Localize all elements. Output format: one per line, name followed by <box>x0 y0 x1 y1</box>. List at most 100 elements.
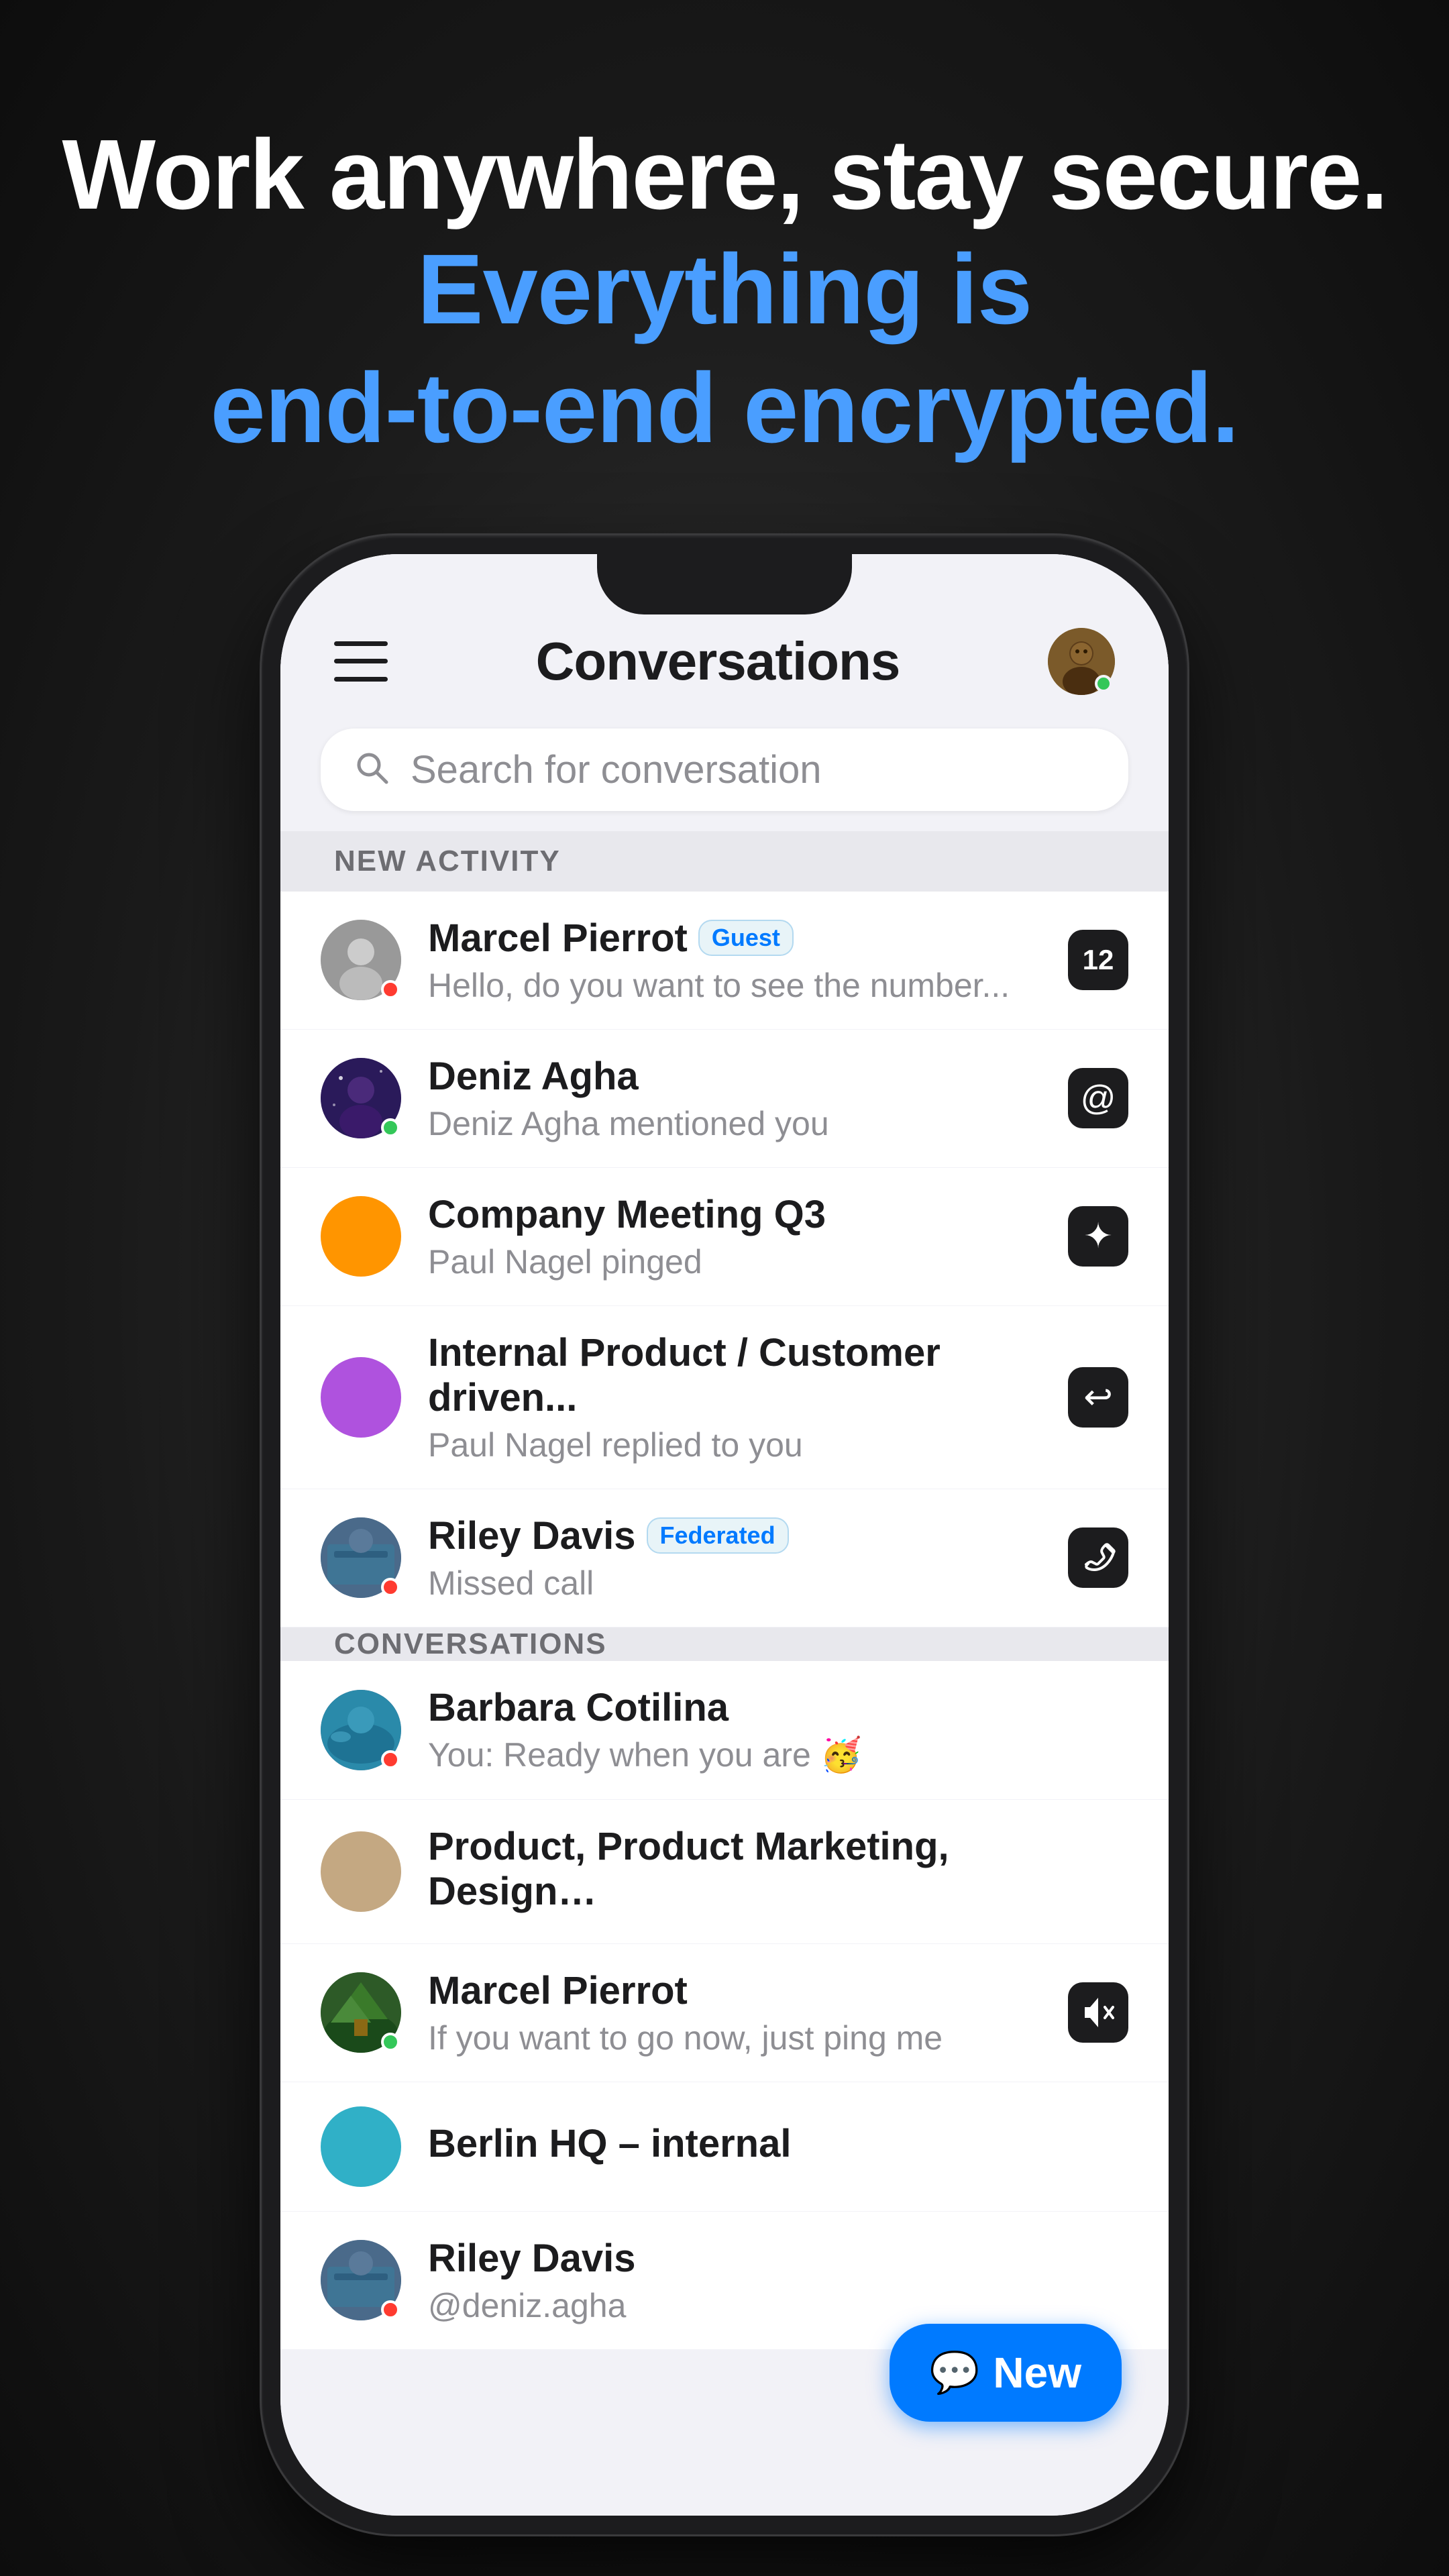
status-indicator <box>381 1578 400 1597</box>
user-avatar-container[interactable] <box>1048 628 1115 695</box>
phone-screen: Conversations <box>280 554 1169 2516</box>
name-row: Riley Davis Federated <box>428 1513 1055 1558</box>
list-item[interactable]: Riley Davis Federated Missed call <box>280 1489 1169 1627</box>
conv-content: Deniz Agha Deniz Agha mentioned you <box>428 1054 1055 1143</box>
contact-name: Barbara Cotilina <box>428 1685 729 1730</box>
name-row: Deniz Agha <box>428 1054 1055 1099</box>
name-row: Product, Product Marketing, Design… <box>428 1824 1128 1914</box>
conv-content: Riley Davis Federated Missed call <box>428 1513 1055 1603</box>
avatar-image <box>321 1357 401 1438</box>
name-row: Company Meeting Q3 <box>428 1192 1055 1237</box>
conversations-list: Barbara Cotilina You: Ready when you are… <box>280 1661 1169 2350</box>
contact-name: Berlin HQ – internal <box>428 2121 791 2166</box>
phone-frame: Conversations <box>262 535 1187 2534</box>
conv-content: Internal Product / Customer driven... Pa… <box>428 1330 1055 1464</box>
list-item[interactable]: Marcel Pierrot Guest Hello, do you want … <box>280 892 1169 1030</box>
contact-name: Internal Product / Customer driven... <box>428 1330 1044 1420</box>
conv-content: Marcel Pierrot If you want to go now, ju… <box>428 1968 1055 2057</box>
list-item[interactable]: Internal Product / Customer driven... Pa… <box>280 1306 1169 1489</box>
action-badge: 12 <box>1068 930 1128 990</box>
message-preview: You: Ready when you are 🥳 <box>428 1735 1128 1775</box>
contact-name: Company Meeting Q3 <box>428 1192 826 1237</box>
list-item[interactable]: Deniz Agha Deniz Agha mentioned you @ <box>280 1030 1169 1168</box>
ping-icon: ✦ <box>1068 1206 1128 1267</box>
avatar <box>321 1058 401 1138</box>
name-row: Riley Davis <box>428 2236 1128 2281</box>
contact-name: Marcel Pierrot <box>428 1968 688 2013</box>
conversation-scroll-area: NEW ACTIVITY <box>280 831 1169 2516</box>
message-preview: Missed call <box>428 1564 1055 1603</box>
contact-name: Deniz Agha <box>428 1054 639 1099</box>
contact-name: Product, Product Marketing, Design… <box>428 1824 1118 1914</box>
menu-line-3 <box>334 677 388 682</box>
list-item[interactable]: Marcel Pierrot If you want to go now, ju… <box>280 1944 1169 2082</box>
avatar <box>321 1690 401 1770</box>
fab-button[interactable]: 💬 New <box>890 2324 1122 2422</box>
action-badge: ✦ <box>1068 1206 1128 1267</box>
list-item[interactable]: Company Meeting Q3 Paul Nagel pinged ✦ <box>280 1168 1169 1306</box>
menu-line-2 <box>334 659 388 663</box>
avatar <box>321 2106 401 2187</box>
name-row: Barbara Cotilina <box>428 1685 1128 1730</box>
conv-content: Marcel Pierrot Guest Hello, do you want … <box>428 916 1055 1005</box>
action-badge: @ <box>1068 1068 1128 1128</box>
header-subtitle: Everything is end-to-end encrypted. <box>62 230 1387 468</box>
status-indicator <box>381 1118 400 1137</box>
menu-button[interactable] <box>334 641 388 682</box>
federated-badge: Federated <box>647 1517 789 1554</box>
search-bar[interactable]: Search for conversation <box>321 729 1128 811</box>
search-icon <box>354 750 390 790</box>
mention-icon: @ <box>1068 1068 1128 1128</box>
page-title: Conversations <box>536 631 900 692</box>
contact-name: Riley Davis <box>428 1513 636 1558</box>
message-preview: Hello, do you want to see the number... <box>428 966 1055 1005</box>
header-section: Work anywhere, stay secure. Everything i… <box>62 121 1387 468</box>
action-badge: ↩ <box>1068 1367 1128 1428</box>
action-badge <box>1068 1527 1128 1588</box>
message-preview: @deniz.agha <box>428 2286 1128 2325</box>
mute-icon <box>1068 1982 1128 2043</box>
name-row: Marcel Pierrot <box>428 1968 1055 2013</box>
avatar <box>321 1831 401 1912</box>
conv-content: Product, Product Marketing, Design… <box>428 1824 1128 1919</box>
phone-notch <box>597 554 852 614</box>
conversations-section-header: CONVERSATIONS <box>280 1627 1169 1661</box>
list-item[interactable]: Berlin HQ – internal <box>280 2082 1169 2212</box>
app-content: Conversations <box>280 554 1169 2516</box>
unread-count-badge: 12 <box>1068 930 1128 990</box>
new-conversation-fab[interactable]: 💬 New <box>890 2324 1122 2422</box>
contact-name: Riley Davis <box>428 2236 636 2281</box>
conv-content: Riley Davis @deniz.agha <box>428 2236 1128 2325</box>
reply-icon: ↩ <box>1068 1367 1128 1428</box>
missed-call-icon <box>1068 1527 1128 1588</box>
menu-line-1 <box>334 641 388 646</box>
avatar-image <box>321 1196 401 1277</box>
status-indicator <box>381 1750 400 1769</box>
header-title: Work anywhere, stay secure. <box>62 121 1387 230</box>
message-preview: Paul Nagel pinged <box>428 1242 1055 1281</box>
fab-chat-icon: 💬 <box>930 2349 980 2396</box>
avatar <box>321 1517 401 1598</box>
contact-name: Marcel Pierrot <box>428 916 688 961</box>
list-item[interactable]: Barbara Cotilina You: Ready when you are… <box>280 1661 1169 1800</box>
avatar <box>321 920 401 1000</box>
list-item[interactable]: Product, Product Marketing, Design… <box>280 1800 1169 1944</box>
new-activity-section-header: NEW ACTIVITY <box>280 831 1169 892</box>
avatar-image <box>321 1831 401 1912</box>
avatar <box>321 1972 401 2053</box>
search-input[interactable]: Search for conversation <box>411 747 822 792</box>
action-badge <box>1068 1982 1128 2043</box>
message-preview: Paul Nagel replied to you <box>428 1426 1055 1464</box>
message-preview: If you want to go now, just ping me <box>428 2019 1055 2057</box>
conv-content: Berlin HQ – internal <box>428 2121 1128 2171</box>
fab-label: New <box>993 2348 1081 2398</box>
status-indicator <box>381 2300 400 2319</box>
avatar-image <box>321 2106 401 2187</box>
guest-badge: Guest <box>698 920 794 956</box>
name-row: Marcel Pierrot Guest <box>428 916 1055 961</box>
avatar <box>321 1357 401 1438</box>
status-indicator <box>381 980 400 999</box>
name-row: Internal Product / Customer driven... <box>428 1330 1055 1420</box>
online-status-dot <box>1095 675 1112 692</box>
message-preview: Deniz Agha mentioned you <box>428 1104 1055 1143</box>
